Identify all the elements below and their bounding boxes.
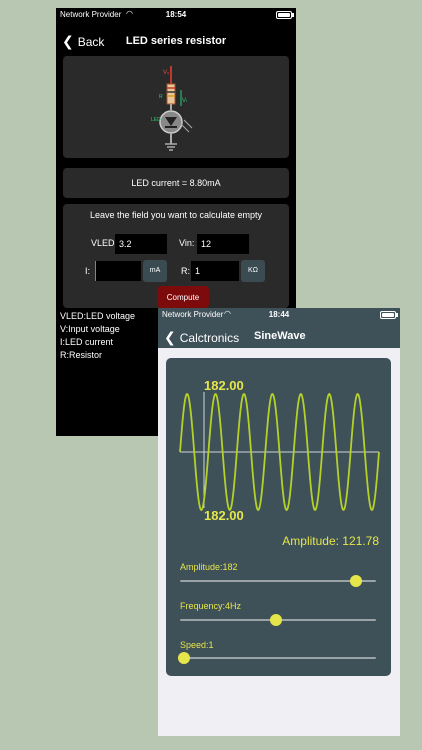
resistor-label: R xyxy=(159,94,163,100)
circuit-diagram-panel: Vₛ R Vₗ LED xyxy=(63,56,289,158)
vled-label: Vₗ xyxy=(182,98,187,104)
variable-legend: VLED:LED voltage V:Input voltage I:LED c… xyxy=(60,310,135,362)
frequency-slider[interactable] xyxy=(180,614,376,626)
frequency-slider-thumb[interactable] xyxy=(270,614,283,626)
current-input[interactable] xyxy=(95,261,141,281)
resistor-input[interactable] xyxy=(191,261,239,281)
calculator-form: Leave the field you want to calculate em… xyxy=(63,204,289,308)
led-current-result: LED current = 8.80mA xyxy=(131,178,221,188)
amplitude-slider[interactable] xyxy=(180,575,376,587)
led-label: LED xyxy=(151,117,161,123)
frequency-slider-label: Frequency:4Hz xyxy=(180,601,242,611)
vled-field-label: VLED: xyxy=(91,238,118,248)
nav-bar: ❮ Back LED series resistor xyxy=(56,26,296,56)
status-time: 18:44 xyxy=(268,310,290,319)
legend-item: V:Input voltage xyxy=(60,324,120,334)
sinewave-screen: Network Provider ◠ 18:44 ❮ Calctronics Si… xyxy=(158,308,400,736)
sinewave-panel: 182.00 182.00 Amplitude: 121.78 Amplitud… xyxy=(166,358,391,676)
speed-slider-thumb[interactable] xyxy=(177,652,190,664)
status-bar: Network Provider ◠ 18:54 xyxy=(56,8,296,22)
amplitude-slider-thumb[interactable] xyxy=(350,575,363,587)
amplitude-readout: Amplitude: 121.78 xyxy=(282,534,379,548)
status-time: 18:54 xyxy=(165,10,187,19)
vled-input[interactable] xyxy=(115,234,167,254)
battery-icon xyxy=(380,311,398,319)
min-amplitude-label: 182.00 xyxy=(204,508,244,523)
vin-label: Vₛ xyxy=(163,70,169,76)
nav-bar: Network Provider ◠ 18:44 ❮ Calctronics Si… xyxy=(158,308,400,348)
page-title: LED series resistor xyxy=(125,35,227,47)
compute-button[interactable]: Compute xyxy=(157,286,209,308)
back-label: Calctronics xyxy=(179,331,240,345)
amplitude-slider-label: Amplitude:182 xyxy=(180,562,238,572)
speed-slider-label: Speed:1 xyxy=(180,640,214,650)
resistor-unit-button[interactable]: KΩ xyxy=(241,260,265,282)
result-panel: LED current = 8.80mA xyxy=(63,168,289,198)
legend-item: VLED:LED voltage xyxy=(60,311,136,321)
chevron-left-icon: ❮ xyxy=(164,329,176,345)
vin-field-label: Vin: xyxy=(179,238,195,248)
legend-item: I:LED current xyxy=(60,337,114,347)
vin-input[interactable] xyxy=(197,234,249,254)
legend-item: R:Resistor xyxy=(60,350,103,360)
resistor-field-label: R: xyxy=(181,266,190,276)
back-button[interactable]: ❮ Calctronics xyxy=(164,329,239,346)
speed-slider[interactable] xyxy=(177,652,376,664)
status-bar: Network Provider ◠ 18:44 xyxy=(158,308,400,322)
battery-icon xyxy=(276,11,294,19)
current-field-label: I: xyxy=(85,266,91,276)
page-title: SineWave xyxy=(254,330,306,342)
max-amplitude-label: 182.00 xyxy=(204,378,244,393)
led-circuit-icon: Vₛ R Vₗ LED xyxy=(151,66,193,151)
sinewave-plot: 182.00 182.00 xyxy=(179,378,380,523)
form-hint: Leave the field you want to calculate em… xyxy=(89,210,263,220)
current-unit-button[interactable]: mA xyxy=(143,260,167,282)
